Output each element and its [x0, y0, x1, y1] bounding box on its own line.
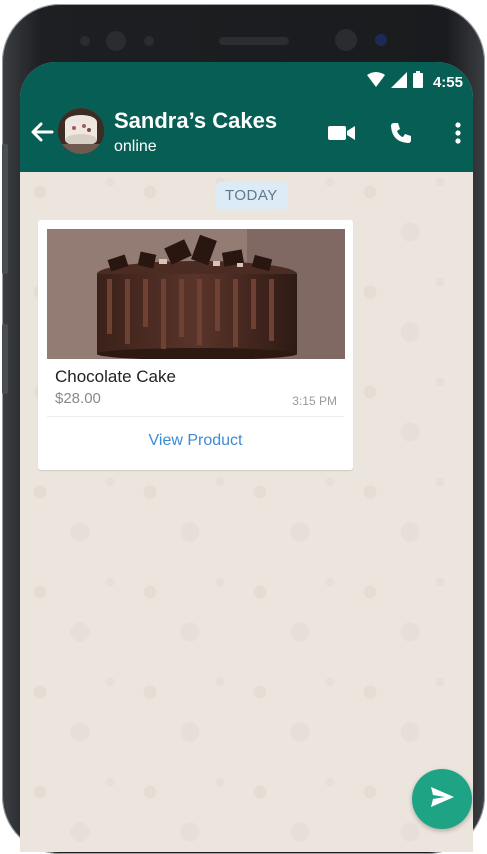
status-time: 4:55 [432, 73, 463, 91]
battery-icon [412, 71, 423, 93]
back-arrow-icon[interactable] [28, 118, 56, 146]
avatar[interactable] [58, 108, 104, 154]
chat-title[interactable]: Sandra’s Cakes [114, 108, 277, 134]
chat-header: Sandra’s Cakes online [20, 98, 473, 172]
phone-screen: 4:55 Sandra’s Cakes online TODAY Chocola… [20, 62, 473, 852]
signal-icon [390, 71, 407, 93]
more-vert-icon[interactable] [443, 118, 473, 148]
volume-button [2, 144, 8, 274]
front-camera [106, 31, 126, 51]
phone-frame: 4:55 Sandra’s Cakes online TODAY Chocola… [2, 4, 485, 854]
presence-status: online [114, 138, 157, 155]
card-divider [47, 416, 344, 417]
product-message[interactable]: Chocolate Cake $28.00 3:15 PM View Produ… [38, 220, 353, 470]
view-product-button[interactable]: View Product [38, 426, 353, 456]
bixby-button [2, 324, 8, 394]
video-call-icon[interactable] [327, 118, 357, 148]
date-divider: TODAY [215, 182, 288, 210]
send-button[interactable] [412, 769, 472, 829]
product-image[interactable] [47, 229, 345, 359]
phone-icon[interactable] [386, 118, 416, 148]
iris-scanner [335, 29, 357, 51]
iris-led [375, 34, 387, 46]
product-name: Chocolate Cake [55, 367, 176, 386]
send-icon [429, 785, 455, 814]
message-timestamp: 3:15 PM [292, 394, 337, 408]
wifi-icon [366, 71, 385, 93]
status-icons: 4:55 [366, 71, 463, 93]
light-sensor [144, 36, 154, 46]
earpiece-speaker [219, 37, 289, 45]
proximity-sensor [80, 36, 90, 46]
status-bar: 4:55 [20, 62, 473, 98]
product-price: $28.00 [55, 390, 101, 407]
